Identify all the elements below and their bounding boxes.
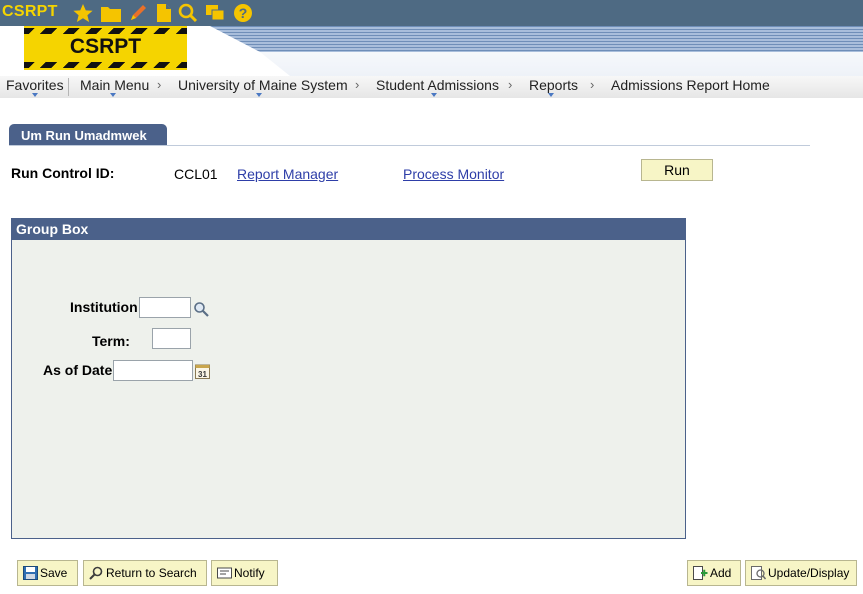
process-monitor-link[interactable]: Process Monitor xyxy=(403,166,504,182)
logo-text: CSRPT xyxy=(69,35,142,58)
notify-envelope-icon xyxy=(217,567,232,579)
star-icon[interactable] xyxy=(72,3,94,23)
logo-hazard-bottom xyxy=(24,62,187,68)
nav-reports[interactable]: Reports xyxy=(529,77,579,97)
logo-hazard-top xyxy=(24,28,187,34)
lookup-search-icon[interactable] xyxy=(193,301,209,317)
nav-admissions-report-home[interactable]: Admissions Report Home xyxy=(611,77,770,93)
chevron-right-icon: › xyxy=(590,77,595,92)
update-display-label: Update/Display xyxy=(768,566,850,580)
chevron-right-icon: › xyxy=(355,77,360,92)
dropdown-arrow-icon xyxy=(431,93,437,97)
nav-student-admissions-label: Student Admissions xyxy=(376,77,499,93)
update-display-button[interactable]: Update/Display xyxy=(745,560,857,586)
notify-label: Notify xyxy=(234,566,265,580)
dropdown-arrow-icon xyxy=(256,93,262,97)
nav-university[interactable]: University of Maine System xyxy=(178,77,348,97)
search-icon[interactable] xyxy=(177,3,199,23)
notify-button[interactable]: Notify xyxy=(211,560,278,586)
brand-name: CSRPT xyxy=(2,3,58,20)
dropdown-arrow-icon xyxy=(548,93,554,97)
calendar-icon[interactable]: 31 xyxy=(195,363,210,379)
folder-icon[interactable] xyxy=(100,3,122,23)
nav-reports-label: Reports xyxy=(529,77,579,93)
add-icon xyxy=(693,566,708,580)
logo: CSRPT xyxy=(24,26,187,70)
run-button[interactable]: Run xyxy=(641,159,713,181)
group-box-title: Group Box xyxy=(12,219,685,240)
as-of-date-label: As of Date xyxy=(43,362,113,378)
return-to-search-button[interactable]: Return to Search xyxy=(83,560,207,586)
dropdown-arrow-icon xyxy=(110,93,116,97)
return-to-search-label: Return to Search xyxy=(106,566,197,580)
as-of-date-input[interactable] xyxy=(113,360,193,381)
chevron-right-icon: › xyxy=(157,77,162,92)
run-control-value: CCL01 xyxy=(174,166,218,182)
chat-icon[interactable] xyxy=(204,3,226,23)
top-toolbar: CSRPT ? xyxy=(0,0,863,26)
nav-university-label: University of Maine System xyxy=(178,77,348,93)
term-label: Term: xyxy=(92,333,130,349)
document-icon[interactable] xyxy=(153,3,175,23)
tab-underline xyxy=(9,145,810,146)
chevron-right-icon: › xyxy=(508,77,513,92)
nav-student-admissions[interactable]: Student Admissions xyxy=(376,77,499,97)
nav-favorites[interactable]: Favorites xyxy=(6,77,64,97)
institution-input[interactable] xyxy=(139,297,191,318)
nav-main-menu[interactable]: Main Menu xyxy=(80,77,150,97)
breadcrumb-nav: Favorites Main Menu › University of Main… xyxy=(0,76,863,98)
institution-label: Institution xyxy=(70,299,138,315)
calendar-day-text: 31 xyxy=(198,370,207,379)
save-disk-icon xyxy=(23,566,38,580)
run-control-label: Run Control ID: xyxy=(11,165,115,181)
nav-divider xyxy=(68,78,69,96)
report-manager-link[interactable]: Report Manager xyxy=(237,166,338,182)
nav-favorites-label: Favorites xyxy=(6,77,64,93)
save-label: Save xyxy=(40,566,68,580)
pencil-icon[interactable] xyxy=(128,3,150,23)
group-box: Group Box Institution Term: As of Date 3… xyxy=(11,218,686,539)
update-display-icon xyxy=(751,566,766,580)
help-icon[interactable]: ? xyxy=(232,3,254,23)
svg-text:?: ? xyxy=(239,5,248,21)
term-input[interactable] xyxy=(152,328,191,349)
nav-main-menu-label: Main Menu xyxy=(80,77,150,93)
add-label: Add xyxy=(710,566,732,580)
add-button[interactable]: Add xyxy=(687,560,741,586)
save-button[interactable]: Save xyxy=(17,560,78,586)
return-search-icon xyxy=(89,566,103,580)
tab-um-run-umadmwek[interactable]: Um Run Umadmwek xyxy=(9,124,167,146)
dropdown-arrow-icon xyxy=(32,93,38,97)
